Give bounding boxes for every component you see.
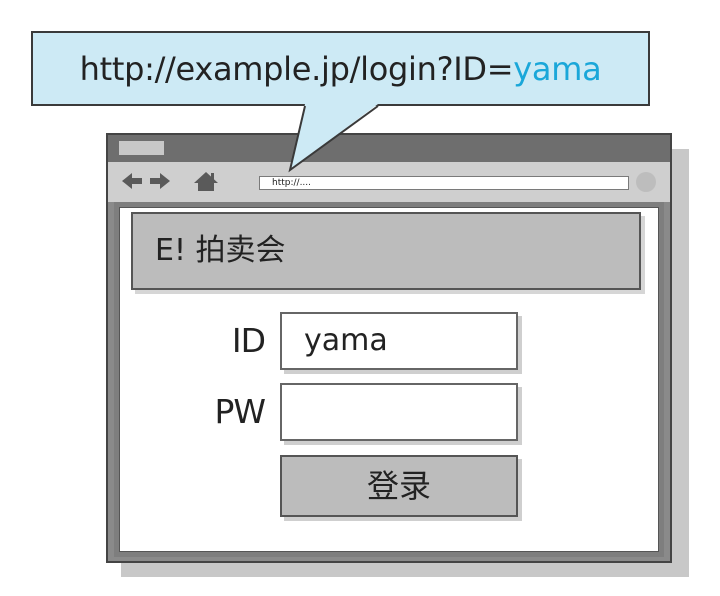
callout-url-text: http://example.jp/login?ID= yama (33, 33, 648, 104)
pw-label: PW (214, 392, 266, 431)
address-bar[interactable]: http://.... (259, 176, 629, 190)
address-bar-go-icon[interactable] (636, 172, 656, 192)
browser-tab[interactable] (119, 141, 164, 155)
nav-icons (122, 172, 218, 191)
browser-window: http://.... E! 拍卖会 ID yama PW 登录 (106, 133, 672, 563)
page-title: E! 拍卖会 (155, 233, 286, 268)
back-arrow-icon[interactable] (122, 173, 142, 189)
home-icon[interactable] (194, 172, 218, 191)
callout-url-param-value: yama (513, 49, 602, 88)
page-header: E! 拍卖会 (131, 212, 641, 290)
title-bar (108, 135, 670, 162)
id-input[interactable]: yama (280, 312, 518, 370)
id-label: ID (231, 321, 266, 360)
password-input[interactable] (280, 383, 518, 441)
browser-toolbar: http://.... (108, 162, 670, 202)
forward-arrow-icon[interactable] (150, 173, 170, 189)
login-button[interactable]: 登录 (280, 455, 518, 517)
page-content: E! 拍卖会 ID yama PW 登录 (119, 207, 659, 552)
url-callout: http://example.jp/login?ID= yama (31, 31, 650, 106)
content-frame: E! 拍卖会 ID yama PW 登录 (114, 202, 664, 557)
callout-url-prefix: http://example.jp/login?ID= (79, 49, 514, 88)
